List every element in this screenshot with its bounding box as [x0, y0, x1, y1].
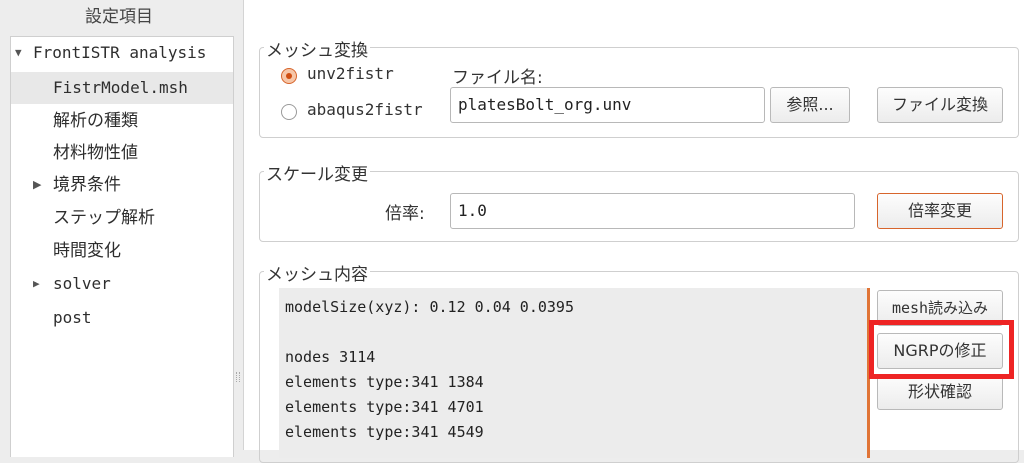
tree-item-label: 時間変化: [53, 241, 121, 261]
expand-arrow-icon[interactable]: ▼: [15, 37, 22, 69]
mesh-convert-title: メッシュ変換: [264, 36, 370, 61]
file-name-label: ファイル名:: [452, 68, 543, 88]
tree-item-label: solver: [53, 274, 111, 293]
tree-item-frontistr-analysis[interactable]: ▼ FrontISTR analysis: [11, 37, 233, 69]
content-panel: メッシュ変換 unv2fistr abaqus2fistr ファイル名: pla…: [243, 0, 1024, 463]
tree-item-material[interactable]: 材料物性値: [11, 137, 233, 169]
expand-arrow-icon[interactable]: ▶: [33, 268, 40, 300]
tree-item-post[interactable]: post: [11, 302, 233, 334]
mesh-read-button[interactable]: mesh読み込み: [877, 290, 1003, 326]
mesh-info-line: elements type:341 4701: [285, 398, 484, 416]
expand-arrow-icon[interactable]: ▶: [33, 169, 41, 201]
tree-item-label: FrontISTR analysis: [33, 43, 207, 62]
tree-item-boundary-conditions[interactable]: ▶ 境界条件: [11, 169, 233, 201]
radio-label-abaqus2fistr: abaqus2fistr: [307, 100, 423, 119]
browse-button[interactable]: 参照...: [770, 87, 850, 123]
tree-item-label: ステップ解析: [53, 208, 155, 228]
shape-check-button[interactable]: 形状確認: [877, 374, 1003, 410]
tree-item-solver[interactable]: ▶ solver: [11, 268, 233, 300]
radio-abaqus2fistr[interactable]: [281, 104, 297, 120]
mesh-info-line: modelSize(xyz): 0.12 0.04 0.0395: [285, 298, 574, 316]
file-name-input[interactable]: platesBolt_org.unv: [450, 87, 765, 123]
ngrp-fix-button[interactable]: NGRPの修正: [877, 333, 1003, 369]
radio-unv2fistr[interactable]: [281, 68, 297, 84]
ratio-apply-button[interactable]: 倍率変更: [877, 193, 1003, 229]
tree-item-label: 解析の種類: [53, 111, 138, 131]
mesh-content-title: メッシュ内容: [264, 260, 370, 285]
tree-header: 設定項目: [85, 7, 153, 27]
mesh-info-textarea[interactable]: modelSize(xyz): 0.12 0.04 0.0395 nodes 3…: [279, 288, 870, 458]
tree-item-label: FistrModel.msh: [53, 78, 188, 97]
mesh-info-line: elements type:341 4549: [285, 423, 484, 441]
tree-item-step-analysis[interactable]: ステップ解析: [11, 202, 233, 234]
file-convert-button[interactable]: ファイル変換: [877, 87, 1003, 123]
tree-item-fistrmodel-msh[interactable]: FistrModel.msh: [11, 72, 233, 104]
scale-title: スケール変更: [264, 160, 370, 185]
mesh-info-line: elements type:341 1384: [285, 373, 484, 391]
tree-item-label: post: [53, 308, 92, 327]
ratio-input[interactable]: 1.0: [450, 193, 855, 229]
settings-tree: ▼ FrontISTR analysis FistrModel.msh 解析の種…: [10, 36, 234, 457]
ratio-label: 倍率:: [385, 204, 425, 224]
mesh-info-line: nodes 3114: [285, 348, 376, 366]
tree-item-analysis-type[interactable]: 解析の種類: [11, 105, 233, 137]
radio-label-unv2fistr: unv2fistr: [307, 64, 394, 83]
panel-splitter[interactable]: [236, 372, 240, 382]
tree-item-label: 境界条件: [53, 175, 121, 195]
tree-item-label: 材料物性値: [53, 143, 138, 163]
tree-item-time-change[interactable]: 時間変化: [11, 235, 233, 267]
